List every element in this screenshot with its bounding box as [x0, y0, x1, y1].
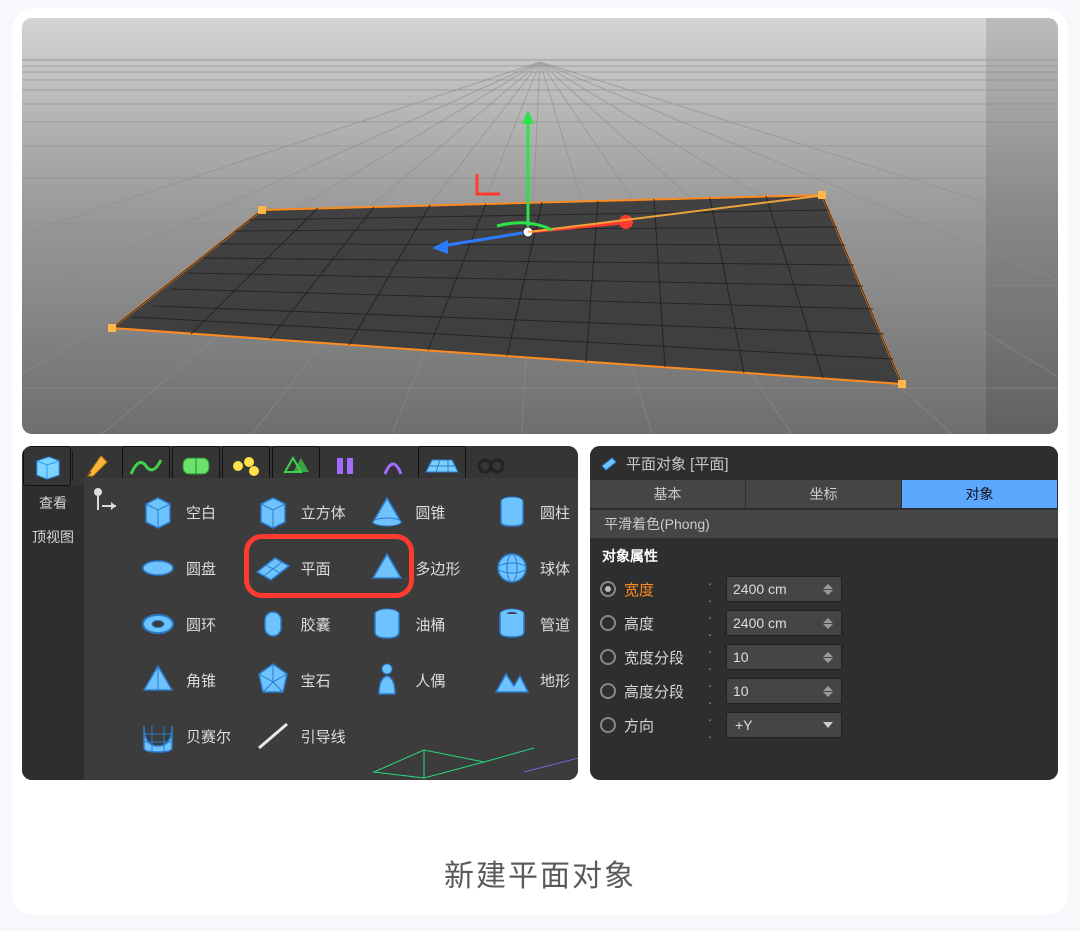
primitive-landscape[interactable]: 地形	[488, 654, 570, 706]
primitive-disc[interactable]: 圆盘	[134, 542, 245, 594]
primitives-menu-panel: 查看 顶视图 空白圆盘圆环角锥贝赛尔 立方体平面胶囊宝石引导线 圆锥多边形油桶人…	[22, 446, 578, 780]
toolbar-cube-icon[interactable]	[23, 446, 71, 486]
viewport-grid-svg	[22, 18, 1058, 434]
capsule-icon	[253, 604, 293, 644]
primitive-cone[interactable]: 圆锥	[363, 486, 474, 538]
tab-basic[interactable]: 基本	[590, 480, 746, 508]
primitive-figure[interactable]: 人偶	[363, 654, 474, 706]
primitive-label: 引导线	[301, 726, 346, 747]
primitive-platonic[interactable]: 宝石	[249, 654, 360, 706]
primitive-guide[interactable]: 引导线	[249, 710, 360, 762]
section-object-props: 对象属性	[590, 538, 1058, 572]
primitive-label: 立方体	[301, 502, 346, 523]
plane-icon	[600, 454, 618, 472]
phong-tab[interactable]: 平滑着色(Phong)	[590, 510, 1058, 538]
bezier-icon	[138, 716, 178, 756]
prop-height: 高度. .2400 cm	[590, 606, 1058, 640]
view-labels: 查看 顶视图	[22, 486, 84, 780]
primitive-pyramid[interactable]: 角锥	[134, 654, 245, 706]
sphere-icon	[492, 548, 532, 588]
prop-width: 宽度. .2400 cm	[590, 572, 1058, 606]
primitive-label: 多边形	[415, 558, 460, 579]
prop-orient: 方向. .+Y	[590, 708, 1058, 742]
primitive-label: 圆盘	[186, 558, 216, 579]
primitive-torus[interactable]: 圆环	[134, 598, 245, 650]
torus-icon	[138, 604, 178, 644]
primitive-cube[interactable]: 立方体	[249, 486, 360, 538]
axis-corner-icon	[92, 486, 120, 514]
platonic-icon	[253, 660, 293, 700]
wseg-label: 宽度分段	[624, 647, 708, 668]
prop-hseg: 高度分段. .10	[590, 674, 1058, 708]
height-anim-toggle[interactable]	[600, 615, 616, 631]
width-anim-toggle[interactable]	[600, 581, 616, 597]
primitive-bezier[interactable]: 贝赛尔	[134, 710, 245, 762]
primitive-oiltank[interactable]: 油桶	[363, 598, 474, 650]
tube-icon	[492, 604, 532, 644]
oiltank-icon	[367, 604, 407, 644]
primitive-label: 圆柱	[540, 502, 570, 523]
primitive-label: 球体	[540, 558, 570, 579]
cylinder-icon	[492, 492, 532, 532]
cube-icon	[253, 492, 293, 532]
3d-viewport[interactable]	[22, 18, 1058, 434]
guide-icon	[253, 716, 293, 756]
primitive-null[interactable]: 空白	[134, 486, 245, 538]
primitive-label: 人偶	[415, 670, 445, 691]
orient-label: 方向	[624, 715, 708, 736]
primitive-cylinder[interactable]: 圆柱	[488, 486, 570, 538]
primitive-label: 贝赛尔	[186, 726, 231, 747]
primitive-label: 油桶	[415, 614, 445, 635]
object-properties-panel: 平面对象 [平面] 基本 坐标 对象 平滑着色(Phong) 对象属性 宽度. …	[590, 446, 1058, 780]
wseg-input[interactable]: 10	[726, 644, 842, 670]
hseg-input[interactable]: 10	[726, 678, 842, 704]
primitive-polygon[interactable]: 多边形	[363, 542, 474, 594]
landscape-icon	[492, 660, 532, 700]
primitive-label: 空白	[186, 502, 216, 523]
width-label: 宽度	[624, 579, 708, 600]
properties-tabs: 基本 坐标 对象	[590, 480, 1058, 508]
height-label: 高度	[624, 613, 708, 634]
width-input[interactable]: 2400 cm	[726, 576, 842, 602]
topview-label[interactable]: 顶视图	[22, 520, 84, 554]
primitive-label: 胶囊	[301, 614, 331, 635]
properties-title: 平面对象 [平面]	[626, 453, 729, 474]
disc-icon	[138, 548, 178, 588]
primitive-label: 地形	[540, 670, 570, 691]
primitive-label: 圆环	[186, 614, 216, 635]
tab-object[interactable]: 对象	[902, 480, 1058, 508]
primitive-plane[interactable]: 平面	[249, 542, 360, 594]
wseg-anim-toggle[interactable]	[600, 649, 616, 665]
primitive-tube[interactable]: 管道	[488, 598, 570, 650]
pyramid-icon	[138, 660, 178, 700]
null-icon	[138, 492, 178, 532]
polygon-icon	[367, 548, 407, 588]
primitive-capsule[interactable]: 胶囊	[249, 598, 360, 650]
hseg-anim-toggle[interactable]	[600, 683, 616, 699]
tab-coord[interactable]: 坐标	[746, 480, 902, 508]
figure-caption: 新建平面对象	[12, 851, 1068, 895]
primitive-sphere[interactable]: 球体	[488, 542, 570, 594]
prop-wseg: 宽度分段. .10	[590, 640, 1058, 674]
cone-icon	[367, 492, 407, 532]
height-input[interactable]: 2400 cm	[726, 610, 842, 636]
properties-title-bar: 平面对象 [平面]	[590, 446, 1058, 480]
plane-icon	[253, 548, 293, 588]
primitive-label: 圆锥	[415, 502, 445, 523]
primitive-label: 管道	[540, 614, 570, 635]
orient-dropdown[interactable]: +Y	[726, 712, 842, 738]
view-label[interactable]: 查看	[22, 486, 84, 520]
chevron-down-icon	[823, 722, 833, 728]
primitive-label: 角锥	[186, 670, 216, 691]
hseg-label: 高度分段	[624, 681, 708, 702]
primitive-popup: 空白圆盘圆环角锥贝赛尔 立方体平面胶囊宝石引导线 圆锥多边形油桶人偶 圆柱球体管…	[84, 478, 578, 780]
orient-anim-toggle[interactable]	[600, 717, 616, 733]
primitive-label: 宝石	[301, 670, 331, 691]
primitive-label: 平面	[301, 558, 331, 579]
figure-icon	[367, 660, 407, 700]
